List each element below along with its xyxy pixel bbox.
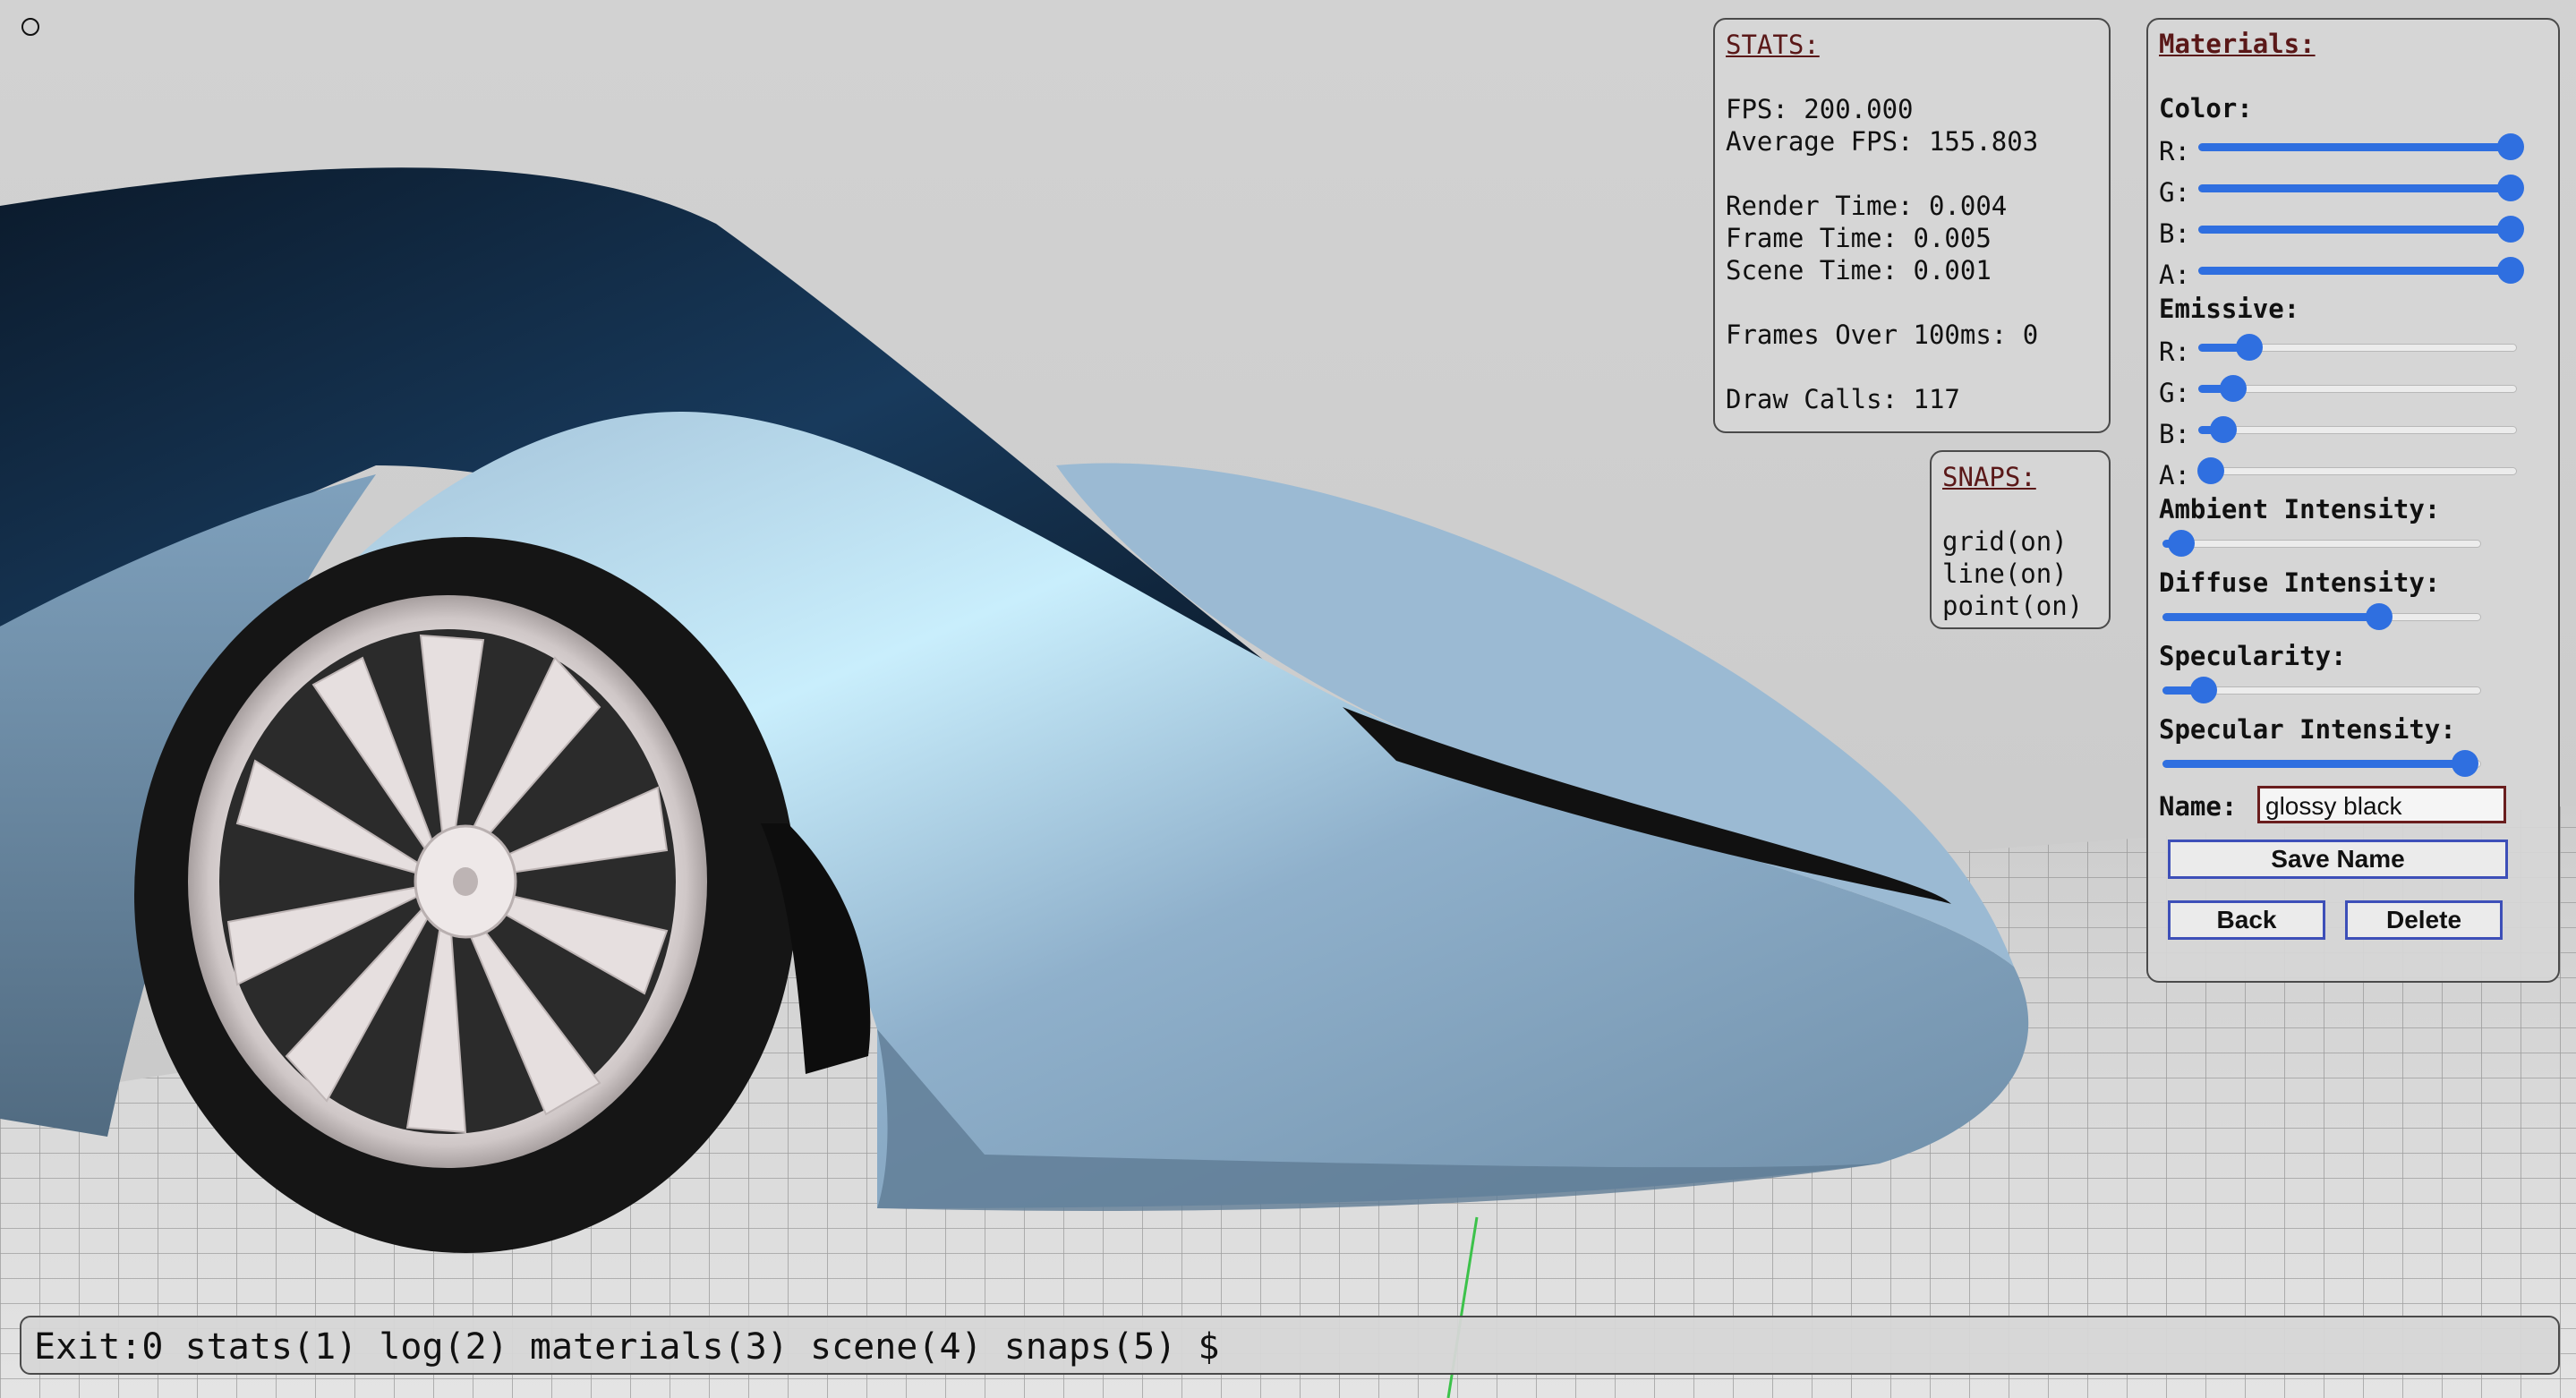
emissive-g-slider[interactable] [2198,375,2517,402]
save-name-button[interactable]: Save Name [2168,840,2508,879]
stat-fps: FPS: 200.000 [1726,94,1914,124]
specularity-slider[interactable] [2162,677,2481,703]
name-label: Name: [2159,791,2238,822]
color-a-label: A: [2159,260,2190,290]
ambient-intensity-label: Ambient Intensity: [2159,494,2441,524]
status-circle-icon [21,18,39,36]
diffuse-intensity-slider[interactable] [2162,603,2481,630]
color-g-label: G: [2159,177,2190,208]
stat-frame-time: Frame Time: 0.005 [1726,223,1992,253]
stats-heading: STATS: [1726,30,1820,60]
stats-panel: STATS: FPS: 200.000 Average FPS: 155.803… [1713,18,2111,433]
snap-point[interactable]: point(on) [1942,590,2098,622]
snap-grid[interactable]: grid(on) [1942,525,2098,558]
material-name-input[interactable]: glossy black [2257,786,2506,823]
command-console[interactable]: Exit:0 stats(1) log(2) materials(3) scen… [20,1316,2560,1375]
snap-line[interactable]: line(on) [1942,558,2098,590]
ambient-intensity-slider[interactable] [2162,530,2481,557]
emissive-r-label: R: [2159,337,2190,367]
specular-intensity-slider[interactable] [2162,750,2481,777]
console-prompt[interactable]: Exit:0 stats(1) log(2) materials(3) scen… [34,1326,1220,1368]
snaps-heading: SNAPS: [1942,462,2036,492]
color-r-label: R: [2159,136,2190,166]
snaps-panel: SNAPS: grid(on) line(on) point(on) [1930,450,2111,629]
diffuse-intensity-label: Diffuse Intensity: [2159,567,2441,598]
specular-intensity-label: Specular Intensity: [2159,714,2456,745]
stat-scene-time: Scene Time: 0.001 [1726,255,1992,286]
emissive-b-label: B: [2159,419,2190,449]
emissive-label: Emissive: [2159,294,2300,324]
emissive-b-slider[interactable] [2198,416,2517,443]
back-button[interactable]: Back [2168,900,2325,940]
color-label: Color: [2159,93,2253,124]
emissive-g-label: G: [2159,378,2190,408]
color-r-slider[interactable] [2198,133,2524,160]
color-a-slider[interactable] [2198,257,2524,284]
emissive-a-label: A: [2159,460,2190,490]
delete-button[interactable]: Delete [2345,900,2503,940]
materials-title: Materials: [2159,29,2316,59]
stat-draw-calls: Draw Calls: 117 [1726,384,1960,414]
emissive-a-slider[interactable] [2197,457,2517,484]
materials-panel: Materials: Color: R: G: B: A: Emissive: … [2146,18,2560,983]
stat-render-time: Render Time: 0.004 [1726,191,2008,221]
color-b-label: B: [2159,218,2190,249]
color-g-slider[interactable] [2198,175,2524,201]
color-b-slider[interactable] [2198,216,2524,243]
specularity-label: Specularity: [2159,641,2347,671]
stat-average-fps: Average FPS: 155.803 [1726,126,2039,157]
stat-frames-over: Frames Over 100ms: 0 [1726,320,2039,350]
emissive-r-slider[interactable] [2198,334,2517,361]
